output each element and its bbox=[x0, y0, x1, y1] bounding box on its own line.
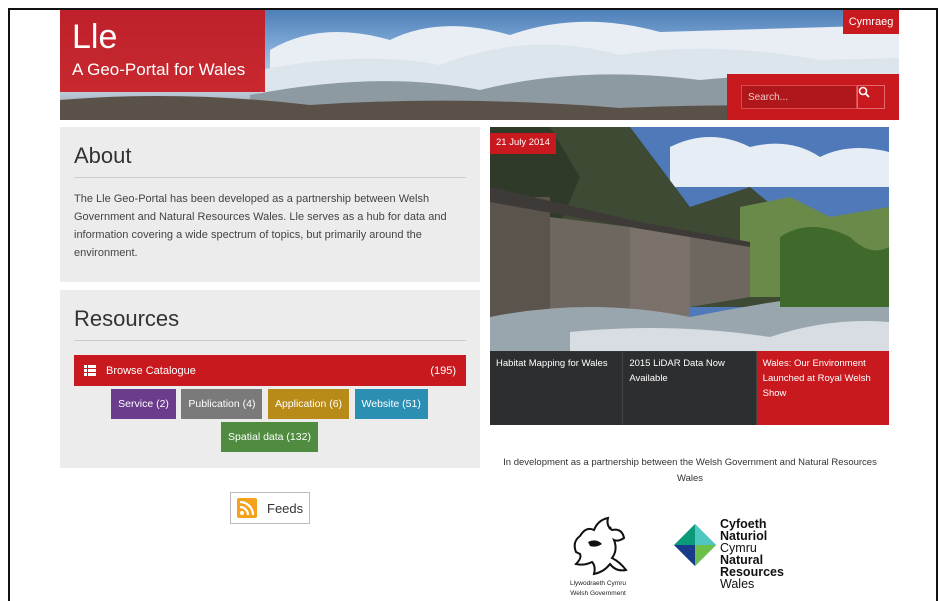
header-banner: Lle A Geo-Portal for Wales Cymraeg bbox=[60, 10, 899, 120]
search-input[interactable] bbox=[741, 85, 857, 109]
news-item-our-environment[interactable]: Wales: Our Environment Launched at Royal… bbox=[756, 351, 889, 425]
nrw-wordmark: Cyfoeth Naturiol Cymru Natural Resources… bbox=[720, 518, 784, 591]
site-subtitle: A Geo-Portal for Wales bbox=[72, 60, 246, 79]
tag-spatial-data[interactable]: Spatial data (132) bbox=[221, 422, 318, 452]
feeds-button[interactable]: Feeds bbox=[230, 492, 310, 524]
news-items-strip: Habitat Mapping for Wales 2015 LiDAR Dat… bbox=[490, 351, 889, 425]
gov-logo-line-welsh: Llywodraeth Cymru bbox=[570, 580, 626, 587]
site-brand[interactable]: Lle A Geo-Portal for Wales bbox=[60, 10, 265, 92]
tag-publication[interactable]: Publication (4) bbox=[181, 389, 263, 419]
about-heading: About bbox=[74, 143, 466, 178]
frame-right-border bbox=[936, 8, 938, 601]
welsh-government-logo[interactable]: Llywodraeth Cymru Welsh Government bbox=[566, 512, 630, 601]
development-note: In development as a partnership between … bbox=[503, 457, 877, 484]
frame-left-border bbox=[8, 8, 10, 601]
search-icon bbox=[858, 86, 870, 98]
rss-icon bbox=[237, 498, 257, 518]
news-item-lidar-data[interactable]: 2015 LiDAR Data Now Available bbox=[623, 351, 757, 425]
list-icon bbox=[84, 365, 96, 376]
news-slider[interactable]: 21 July 2014 Habitat Mapping for Wales 2… bbox=[490, 127, 889, 425]
natural-resources-wales-logo[interactable]: Cyfoeth Naturiol Cymru Natural Resources… bbox=[674, 518, 804, 598]
resources-panel: Resources Browse Catalogue (195) Service… bbox=[60, 290, 480, 468]
tag-application[interactable]: Application (6) bbox=[267, 389, 350, 419]
resource-tags: Service (2) Publication (4) Application … bbox=[74, 389, 466, 455]
browse-catalogue-button[interactable]: Browse Catalogue (195) bbox=[74, 355, 466, 386]
search-box bbox=[727, 74, 899, 120]
news-date-badge: 21 July 2014 bbox=[490, 133, 556, 154]
about-panel: About The Lle Geo-Portal has been develo… bbox=[60, 127, 480, 282]
nrw-diamond-icon bbox=[674, 524, 716, 566]
news-item-habitat-mapping[interactable]: Habitat Mapping for Wales bbox=[490, 351, 624, 425]
about-description: The Lle Geo-Portal has been developed as… bbox=[74, 193, 447, 259]
browse-catalogue-count: (195) bbox=[430, 364, 456, 377]
tag-service[interactable]: Service (2) bbox=[111, 389, 176, 419]
welsh-government-caption: Llywodraeth Cymru Welsh Government bbox=[566, 579, 630, 599]
resources-heading: Resources bbox=[74, 306, 466, 341]
search-button[interactable] bbox=[857, 85, 885, 109]
dragon-icon bbox=[573, 516, 628, 576]
nrw-line-wales: Wales bbox=[720, 577, 755, 591]
feeds-label: Feeds bbox=[267, 500, 304, 516]
site-title: Lle bbox=[72, 18, 118, 56]
gov-logo-line-english: Welsh Government bbox=[570, 590, 626, 597]
language-toggle-button[interactable]: Cymraeg bbox=[843, 10, 899, 34]
browse-catalogue-label: Browse Catalogue bbox=[106, 364, 196, 377]
tag-website[interactable]: Website (51) bbox=[354, 389, 428, 419]
